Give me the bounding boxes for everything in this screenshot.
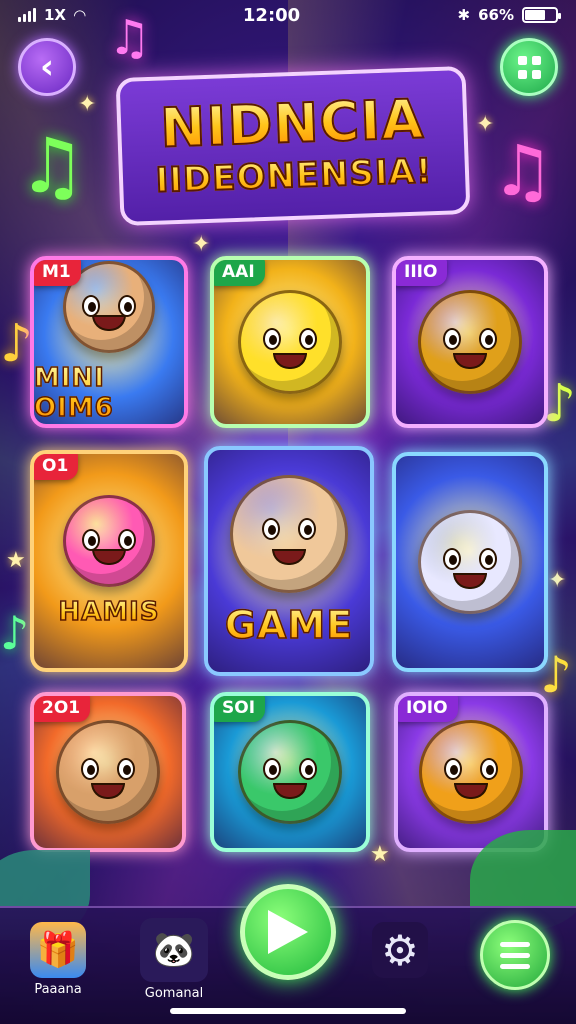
game-card[interactable]: GAME <box>204 446 374 676</box>
sparkle-icon: ✦ <box>476 112 495 137</box>
sparkle-icon: ✦ <box>192 232 211 257</box>
character-icon <box>56 720 160 824</box>
game-card[interactable]: 2O1 <box>30 692 186 852</box>
card-badge: IOIO <box>398 696 458 722</box>
status-bar: 1X ◠ 12:00 ✱ 66% <box>0 0 576 30</box>
gear-icon: ⚙ <box>372 922 428 978</box>
character-icon <box>418 290 522 394</box>
character-icon <box>63 495 155 587</box>
card-badge: M1 <box>34 260 81 286</box>
character-icon <box>419 720 523 824</box>
back-button[interactable]: ‹ <box>18 38 76 96</box>
battery-icon <box>522 7 561 23</box>
nav-label: Paaana <box>34 982 82 997</box>
battery-percent: 66% <box>478 6 514 24</box>
title-banner: NIDNCIA IIDEONENSIA! <box>115 65 471 227</box>
music-note-icon: ♪ <box>0 314 34 374</box>
card-badge: IIIO <box>396 260 448 286</box>
card-caption: MINI OIM6 <box>34 362 184 424</box>
character-icon <box>238 720 342 824</box>
signal-icon <box>18 8 36 22</box>
sparkle-icon: ✦ <box>548 568 567 593</box>
hamburger-icon <box>500 941 530 947</box>
nav-item-gomanal[interactable]: 🐼 Gomanal <box>140 918 208 1001</box>
grid-icon <box>517 55 527 65</box>
nav-label: Gomanal <box>144 986 204 1001</box>
character-icon <box>230 475 348 593</box>
character-icon <box>238 290 342 394</box>
card-badge: SOI <box>214 696 266 722</box>
menu-button[interactable] <box>480 920 550 990</box>
play-icon <box>268 910 308 954</box>
game-card[interactable]: IOIO <box>394 692 548 852</box>
play-button[interactable] <box>240 884 336 980</box>
game-card[interactable]: AAI <box>210 256 370 428</box>
game-card[interactable]: M1 MINI OIM6 <box>30 256 188 428</box>
game-card[interactable]: O1 HAMIS <box>30 450 188 672</box>
battery-fill <box>525 10 545 20</box>
network-type: 1X <box>44 6 67 24</box>
game-card[interactable] <box>392 452 548 672</box>
title-line-2: IIDEONENSIA! <box>154 150 434 202</box>
game-card[interactable]: IIIO <box>392 256 548 428</box>
wifi-icon: ◠ <box>74 6 86 24</box>
game-card[interactable]: SOI <box>210 692 370 852</box>
music-note-icon: ♫ <box>491 130 554 212</box>
card-badge: AAI <box>214 260 265 286</box>
character-icon <box>418 510 522 614</box>
card-caption: GAME <box>224 602 354 648</box>
card-badge: O1 <box>34 454 79 480</box>
grid-menu-button[interactable] <box>500 38 558 96</box>
music-note-icon: ♪ <box>0 606 30 660</box>
status-time: 12:00 <box>242 4 301 26</box>
home-indicator[interactable] <box>170 1008 406 1014</box>
card-badge: 2O1 <box>34 696 91 722</box>
sparkle-icon: ★ <box>370 842 390 867</box>
sparkle-icon: ✦ <box>78 92 97 117</box>
nav-item-settings[interactable]: ⚙ <box>372 922 428 978</box>
panda-icon: 🐼 <box>140 918 208 982</box>
music-note-icon: ♫ <box>18 121 87 210</box>
title-line-1: NIDNCIA <box>158 86 426 160</box>
gift-box-icon: 🎁 <box>30 922 86 978</box>
chevron-left-icon: ‹ <box>39 47 54 87</box>
nav-item-paaana[interactable]: 🎁 Paaana <box>30 922 86 997</box>
card-caption: HAMIS <box>58 596 160 628</box>
sparkle-icon: ★ <box>6 548 26 573</box>
bluetooth-icon: ✱ <box>457 6 471 24</box>
